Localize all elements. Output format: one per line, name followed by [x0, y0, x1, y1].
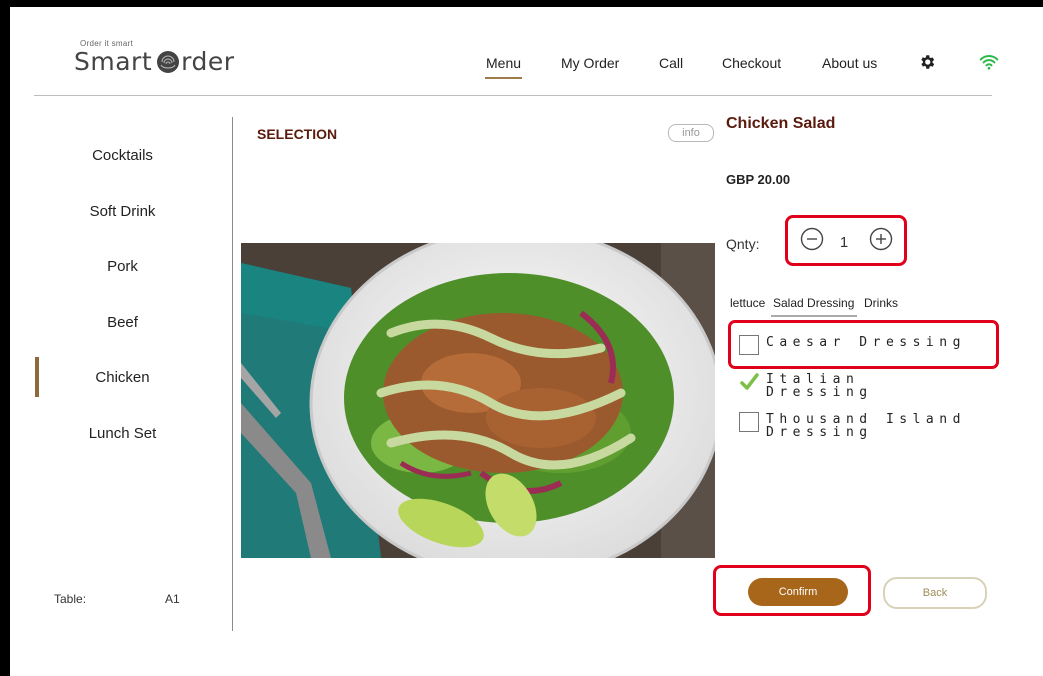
gear-icon[interactable] [918, 53, 936, 71]
item-price: GBP 20.00 [726, 172, 791, 187]
confirm-button[interactable]: Confirm [748, 578, 848, 606]
option-caesar-dressing[interactable]: Caesar Dressing [739, 335, 979, 355]
wifi-icon [979, 55, 999, 70]
sidebar-item-cocktails[interactable]: Cocktails [50, 147, 195, 164]
back-button[interactable]: Back [883, 577, 987, 609]
tab-drinks[interactable]: Drinks [864, 296, 898, 310]
logo-text-smart: Smart [74, 47, 153, 76]
sidebar-item-chicken[interactable]: Chicken [50, 369, 195, 386]
checkbox[interactable] [739, 412, 759, 432]
option-thousand-island-dressing[interactable]: Thousand Island Dressing [739, 412, 989, 440]
sidebar-item-beef[interactable]: Beef [50, 314, 195, 331]
tab-lettuce[interactable]: lettuce [730, 296, 765, 310]
nav-call[interactable]: Call [659, 55, 683, 71]
plus-icon[interactable] [869, 227, 893, 251]
quantity-value: 1 [839, 234, 849, 251]
logo-text-rder: rder [181, 47, 235, 76]
sidebar-divider [232, 117, 233, 631]
dish-photo [241, 243, 715, 558]
check-icon[interactable] [739, 372, 759, 392]
sidebar-item-soft-drink[interactable]: Soft Drink [50, 203, 195, 220]
option-label: Thousand Island Dressing [766, 412, 966, 440]
nav-my-order[interactable]: My Order [561, 55, 619, 71]
logo: Smart rder [74, 47, 235, 76]
section-title: SELECTION [257, 126, 338, 142]
nav-menu[interactable]: Menu [484, 55, 523, 79]
checkbox[interactable] [739, 335, 759, 355]
minus-icon[interactable] [800, 227, 824, 251]
nav-about-us[interactable]: About us [822, 55, 877, 71]
header-divider [34, 95, 992, 96]
table-number: A1 [165, 592, 180, 606]
table-label: Table: [54, 592, 87, 606]
info-button[interactable]: info [668, 124, 714, 142]
app-window: Order it smart Smart rder Menu My Order … [10, 7, 1043, 676]
option-italian-dressing[interactable]: Italian Dressing [739, 372, 979, 399]
quantity-label: Qnty: [726, 236, 760, 252]
sidebar-item-pork[interactable]: Pork [50, 258, 195, 275]
sidebar-item-lunch-set[interactable]: Lunch Set [50, 425, 195, 442]
item-title: Chicken Salad [726, 115, 836, 132]
tab-salad-dressing[interactable]: Salad Dressing [770, 296, 858, 317]
fingerprint-icon [157, 50, 180, 73]
option-label: Italian Dressing [766, 372, 873, 400]
nav-checkout[interactable]: Checkout [722, 55, 781, 71]
option-label: Caesar Dressing [766, 335, 966, 350]
sidebar-selected-marker [35, 357, 39, 397]
